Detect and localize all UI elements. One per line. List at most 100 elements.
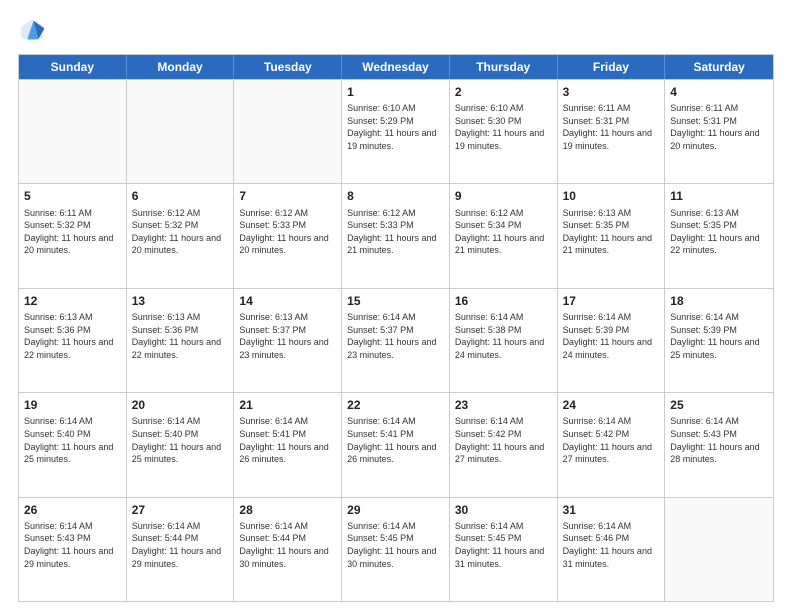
- day-number: 19: [24, 397, 121, 413]
- cal-cell: [665, 498, 773, 601]
- day-number: 28: [239, 502, 336, 518]
- cal-cell: 30 Sunrise: 6:14 AMSunset: 5:45 PMDayligh…: [450, 498, 558, 601]
- day-number: 18: [670, 293, 768, 309]
- cal-week-4: 19 Sunrise: 6:14 AMSunset: 5:40 PMDayligh…: [19, 392, 773, 496]
- cell-info: Sunrise: 6:13 AMSunset: 5:35 PMDaylight:…: [563, 207, 660, 257]
- cal-cell: 10Sunrise: 6:13 AMSunset: 5:35 PMDayligh…: [558, 184, 666, 287]
- page: SundayMondayTuesdayWednesdayThursdayFrid…: [0, 0, 792, 612]
- cal-cell: 14 Sunrise: 6:13 AMSunset: 5:37 PMDayligh…: [234, 289, 342, 392]
- cal-cell: 8 Sunrise: 6:12 AMSunset: 5:33 PMDaylight…: [342, 184, 450, 287]
- cal-header-day-tuesday: Tuesday: [234, 55, 342, 79]
- cal-cell: 22 Sunrise: 6:14 AMSunset: 5:41 PMDayligh…: [342, 393, 450, 496]
- cal-cell: 11Sunrise: 6:13 AMSunset: 5:35 PMDayligh…: [665, 184, 773, 287]
- cell-info: Sunrise: 6:14 AMSunset: 5:40 PMDaylight:…: [132, 415, 229, 465]
- cal-header-day-friday: Friday: [558, 55, 666, 79]
- cell-info: Sunrise: 6:14 AMSunset: 5:43 PMDaylight:…: [24, 520, 121, 570]
- cal-cell: 16 Sunrise: 6:14 AMSunset: 5:38 PMDayligh…: [450, 289, 558, 392]
- cell-info: Sunrise: 6:14 AMSunset: 5:39 PMDaylight:…: [670, 311, 768, 361]
- cal-cell: 31 Sunrise: 6:14 AMSunset: 5:46 PMDayligh…: [558, 498, 666, 601]
- cell-info: Sunrise: 6:14 AMSunset: 5:43 PMDaylight:…: [670, 415, 768, 465]
- header: [18, 16, 774, 44]
- calendar-header: SundayMondayTuesdayWednesdayThursdayFrid…: [19, 55, 773, 79]
- cal-cell: 26 Sunrise: 6:14 AMSunset: 5:43 PMDayligh…: [19, 498, 127, 601]
- cal-cell: 5Sunrise: 6:11 AMSunset: 5:32 PMDaylight…: [19, 184, 127, 287]
- logo-icon: [18, 16, 46, 44]
- day-number: 22: [347, 397, 444, 413]
- cell-info: Sunrise: 6:13 AMSunset: 5:36 PMDaylight:…: [132, 311, 229, 361]
- cell-info: Sunrise: 6:14 AMSunset: 5:38 PMDaylight:…: [455, 311, 552, 361]
- day-number: 25: [670, 397, 768, 413]
- day-number: 4: [670, 84, 768, 100]
- day-number: 2: [455, 84, 552, 100]
- day-number: 23: [455, 397, 552, 413]
- cal-cell: 3Sunrise: 6:11 AMSunset: 5:31 PMDaylight…: [558, 80, 666, 183]
- cal-week-3: 12 Sunrise: 6:13 AMSunset: 5:36 PMDayligh…: [19, 288, 773, 392]
- cell-info: Sunrise: 6:14 AMSunset: 5:46 PMDaylight:…: [563, 520, 660, 570]
- cell-info: Sunrise: 6:14 AMSunset: 5:45 PMDaylight:…: [455, 520, 552, 570]
- cell-info: Sunrise: 6:14 AMSunset: 5:40 PMDaylight:…: [24, 415, 121, 465]
- day-number: 24: [563, 397, 660, 413]
- cell-info: Sunrise: 6:13 AMSunset: 5:36 PMDaylight:…: [24, 311, 121, 361]
- cal-header-day-monday: Monday: [127, 55, 235, 79]
- cell-info: Sunrise: 6:12 AMSunset: 5:33 PMDaylight:…: [347, 207, 444, 257]
- day-number: 21: [239, 397, 336, 413]
- cal-cell: 20 Sunrise: 6:14 AMSunset: 5:40 PMDayligh…: [127, 393, 235, 496]
- day-number: 31: [563, 502, 660, 518]
- day-number: 13: [132, 293, 229, 309]
- cell-info: Sunrise: 6:14 AMSunset: 5:45 PMDaylight:…: [347, 520, 444, 570]
- calendar-body: 1 Sunrise: 6:10 AMSunset: 5:29 PMDaylight…: [19, 79, 773, 601]
- cal-cell: 12 Sunrise: 6:13 AMSunset: 5:36 PMDayligh…: [19, 289, 127, 392]
- cal-cell: 6 Sunrise: 6:12 AMSunset: 5:32 PMDaylight…: [127, 184, 235, 287]
- cell-info: Sunrise: 6:12 AMSunset: 5:32 PMDaylight:…: [132, 207, 229, 257]
- day-number: 9: [455, 188, 552, 204]
- cal-cell: 9Sunrise: 6:12 AMSunset: 5:34 PMDaylight…: [450, 184, 558, 287]
- cal-cell: 29Sunrise: 6:14 AMSunset: 5:45 PMDayligh…: [342, 498, 450, 601]
- day-number: 11: [670, 188, 768, 204]
- cell-info: Sunrise: 6:12 AMSunset: 5:33 PMDaylight:…: [239, 207, 336, 257]
- cell-info: Sunrise: 6:14 AMSunset: 5:44 PMDaylight:…: [132, 520, 229, 570]
- day-number: 26: [24, 502, 121, 518]
- cal-week-5: 26 Sunrise: 6:14 AMSunset: 5:43 PMDayligh…: [19, 497, 773, 601]
- cal-cell: 2 Sunrise: 6:10 AMSunset: 5:30 PMDaylight…: [450, 80, 558, 183]
- cal-cell: [234, 80, 342, 183]
- day-number: 6: [132, 188, 229, 204]
- day-number: 16: [455, 293, 552, 309]
- day-number: 30: [455, 502, 552, 518]
- cell-info: Sunrise: 6:10 AMSunset: 5:30 PMDaylight:…: [455, 102, 552, 152]
- cal-cell: 27 Sunrise: 6:14 AMSunset: 5:44 PMDayligh…: [127, 498, 235, 601]
- cell-info: Sunrise: 6:14 AMSunset: 5:41 PMDaylight:…: [239, 415, 336, 465]
- cal-week-1: 1 Sunrise: 6:10 AMSunset: 5:29 PMDaylight…: [19, 79, 773, 183]
- day-number: 20: [132, 397, 229, 413]
- cal-cell: 13 Sunrise: 6:13 AMSunset: 5:36 PMDayligh…: [127, 289, 235, 392]
- day-number: 7: [239, 188, 336, 204]
- cell-info: Sunrise: 6:14 AMSunset: 5:37 PMDaylight:…: [347, 311, 444, 361]
- cal-cell: 25 Sunrise: 6:14 AMSunset: 5:43 PMDayligh…: [665, 393, 773, 496]
- cell-info: Sunrise: 6:14 AMSunset: 5:41 PMDaylight:…: [347, 415, 444, 465]
- day-number: 8: [347, 188, 444, 204]
- cal-cell: 17 Sunrise: 6:14 AMSunset: 5:39 PMDayligh…: [558, 289, 666, 392]
- cell-info: Sunrise: 6:10 AMSunset: 5:29 PMDaylight:…: [347, 102, 444, 152]
- cal-cell: 28Sunrise: 6:14 AMSunset: 5:44 PMDayligh…: [234, 498, 342, 601]
- cal-cell: [19, 80, 127, 183]
- cell-info: Sunrise: 6:14 AMSunset: 5:39 PMDaylight:…: [563, 311, 660, 361]
- cal-cell: 4Sunrise: 6:11 AMSunset: 5:31 PMDaylight…: [665, 80, 773, 183]
- cal-header-day-sunday: Sunday: [19, 55, 127, 79]
- cal-cell: [127, 80, 235, 183]
- calendar: SundayMondayTuesdayWednesdayThursdayFrid…: [18, 54, 774, 602]
- cal-cell: 24 Sunrise: 6:14 AMSunset: 5:42 PMDayligh…: [558, 393, 666, 496]
- day-number: 1: [347, 84, 444, 100]
- cal-week-2: 5Sunrise: 6:11 AMSunset: 5:32 PMDaylight…: [19, 183, 773, 287]
- day-number: 14: [239, 293, 336, 309]
- cell-info: Sunrise: 6:13 AMSunset: 5:37 PMDaylight:…: [239, 311, 336, 361]
- day-number: 17: [563, 293, 660, 309]
- day-number: 12: [24, 293, 121, 309]
- cal-cell: 7 Sunrise: 6:12 AMSunset: 5:33 PMDaylight…: [234, 184, 342, 287]
- cal-header-day-thursday: Thursday: [450, 55, 558, 79]
- cal-cell: 18 Sunrise: 6:14 AMSunset: 5:39 PMDayligh…: [665, 289, 773, 392]
- cal-cell: 1 Sunrise: 6:10 AMSunset: 5:29 PMDaylight…: [342, 80, 450, 183]
- day-number: 27: [132, 502, 229, 518]
- cal-header-day-wednesday: Wednesday: [342, 55, 450, 79]
- cal-cell: 15Sunrise: 6:14 AMSunset: 5:37 PMDayligh…: [342, 289, 450, 392]
- cell-info: Sunrise: 6:14 AMSunset: 5:42 PMDaylight:…: [563, 415, 660, 465]
- cal-cell: 19 Sunrise: 6:14 AMSunset: 5:40 PMDayligh…: [19, 393, 127, 496]
